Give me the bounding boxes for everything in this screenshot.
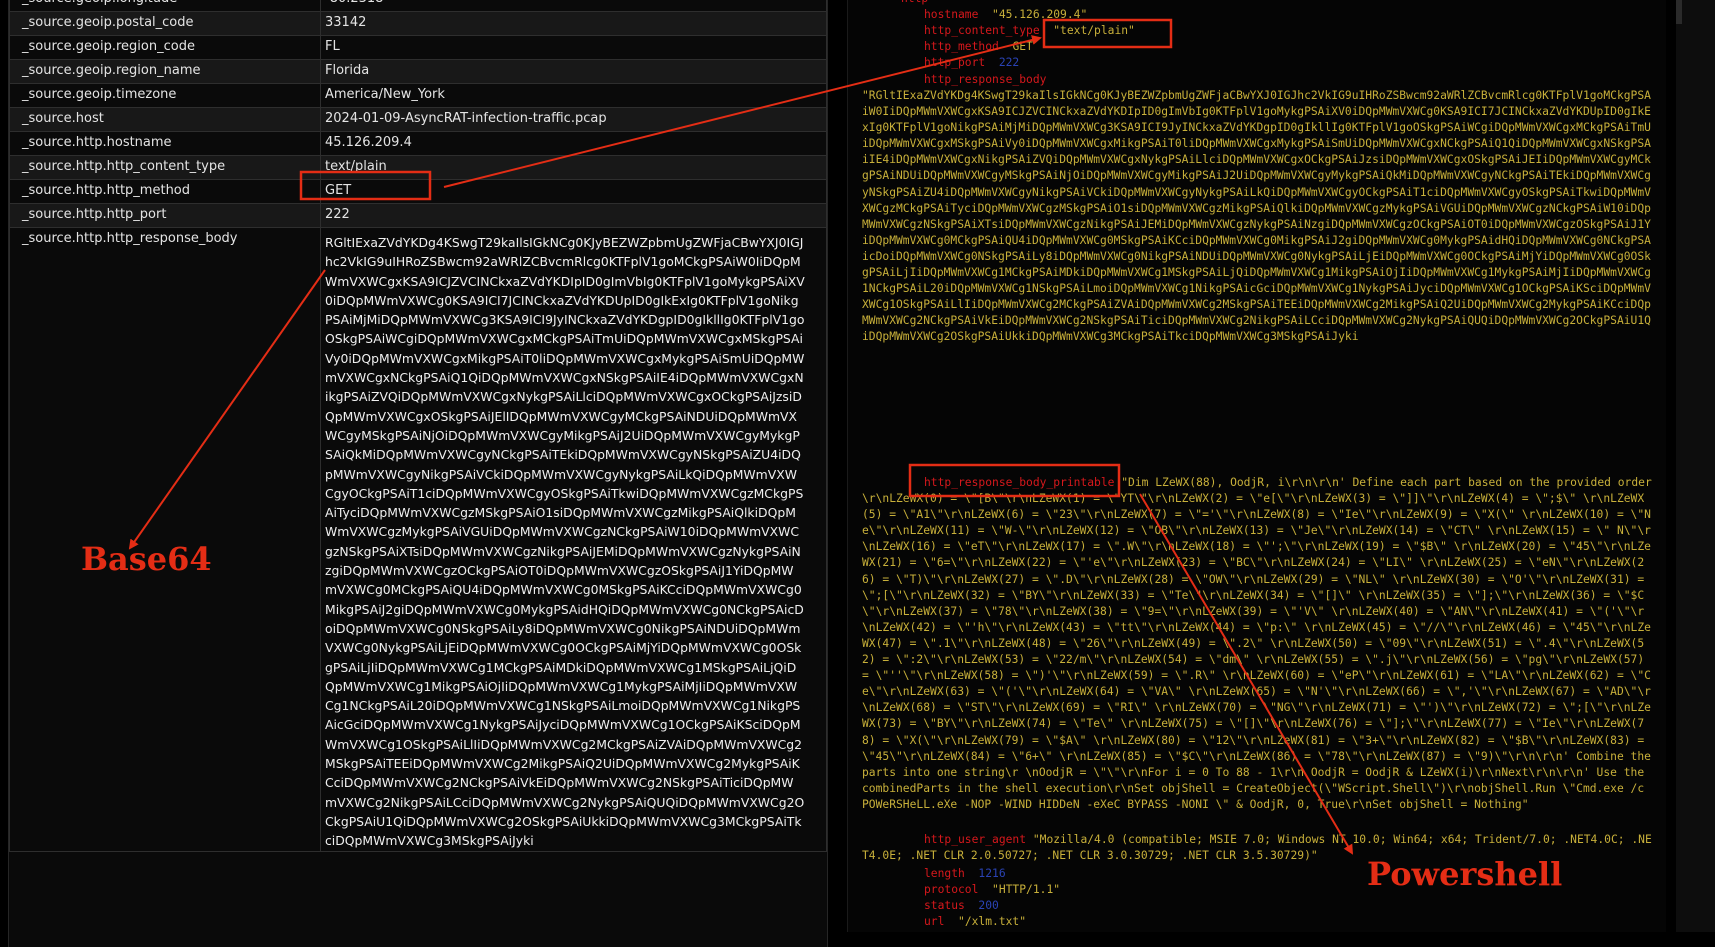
code-content-type-key: http_content_type [924, 24, 1040, 37]
field-key: _source.geoip.postal_code [9, 11, 321, 36]
field-key: _source.geoip.region_name [9, 59, 321, 84]
table-row[interactable]: _source.geoip.timezone America/New_York [9, 83, 827, 108]
code-port-line: http_port 222 [924, 55, 1019, 71]
field-value: text/plain [320, 155, 827, 180]
code-status-line: status 200 [924, 898, 999, 914]
base64-annotation-label: Base64 [81, 540, 212, 578]
table-row[interactable]: _source.http.http_content_type text/plain [9, 155, 827, 180]
code-hostname-value: "45.126.209.4" [992, 8, 1088, 21]
code-length-key: length [924, 867, 965, 880]
code-length-value: 1216 [978, 867, 1006, 880]
code-content-type-value: "text/plain" [1053, 24, 1135, 37]
table-row[interactable]: _source.geoip.region_code FL [9, 35, 827, 60]
code-printable-value: "Dim LZeWX(88), OodjR, i\r\n\r\n' Define… [862, 476, 1652, 811]
field-key: _source.geoip.longitude [9, 0, 321, 12]
field-value-response-body-cell: RGltIExaZVdYKDg4KSwgT29kaIlsIGkNCg0KJyBE… [320, 227, 827, 852]
scrollbar-thumb[interactable] [1676, 0, 1682, 24]
table-row[interactable]: _source.geoip.postal_code 33142 [9, 11, 827, 36]
field-value: 33142 [320, 11, 827, 36]
code-length-line: length 1216 [924, 866, 1006, 882]
code-content-type-line: http_content_type "text/plain" [924, 23, 1135, 39]
code-response-body-value: "RGltIExaZVdYKDg4KSwgT29kaIlsIGkNCg0KJyB… [862, 89, 1651, 344]
table-row[interactable]: _source.host 2024-01-09-AsyncRAT-infectio… [9, 107, 827, 132]
table-row[interactable]: _source.http.http_port 222 [9, 203, 827, 228]
field-value: FL [320, 35, 827, 60]
field-key: _source.http.hostname [9, 131, 321, 156]
code-url-line: url "/xlm.txt" [924, 914, 1026, 930]
field-value: 2024-01-09-AsyncRAT-infection-traffic.pc… [320, 107, 827, 132]
field-key: _source.geoip.region_code [9, 35, 321, 60]
code-hostname-key: hostname [924, 8, 979, 21]
field-key: _source.host [9, 107, 321, 132]
code-hostname-line: hostname "45.126.209.4" [924, 7, 1087, 23]
field-table: _source.geoip.longitude-80.2318_source.g… [9, 0, 827, 852]
response-body-base64: RGltIExaZVdYKDg4KSwgT29kaIlsIGkNCg0KJyBE… [325, 235, 805, 849]
code-status-value: 200 [978, 899, 999, 912]
field-key: _source.http.http_port [9, 203, 321, 228]
field-value: America/New_York [320, 83, 827, 108]
code-url-value: "/xlm.txt" [958, 915, 1027, 928]
table-row[interactable]: _source.geoip.region_name Florida [9, 59, 827, 84]
field-value: 222 [320, 203, 827, 228]
json-code-panel: http hostname "45.126.209.4" http_conten… [847, 0, 1666, 932]
field-table-panel: _source.geoip.longitude-80.2318_source.g… [8, 0, 828, 947]
field-value: Florida [320, 59, 827, 84]
field-key: _source.http.http_method [9, 179, 321, 204]
field-value: 45.126.209.4 [320, 131, 827, 156]
field-key: _source.geoip.timezone [9, 83, 321, 108]
right-scroll-gutter[interactable] [1676, 0, 1715, 932]
code-url-key: url [924, 915, 945, 928]
table-row[interactable]: _source.geoip.longitude-80.2318 [9, 0, 827, 12]
field-value: GET [320, 179, 827, 204]
code-printable-line: http_response_body_printable "Dim LZeWX(… [862, 475, 1652, 832]
code-port-key: http_port [924, 56, 986, 69]
code-method-key: http_method [924, 40, 999, 53]
code-port-value: 222 [998, 56, 1020, 69]
powershell-annotation-label: Powershell [1367, 855, 1563, 893]
code-protocol-value: "HTTP/1.1" [992, 883, 1061, 896]
code-status-key: status [924, 899, 965, 912]
code-response-body-key: http_response_body [924, 73, 1047, 86]
code-method-value: GET [1012, 40, 1033, 53]
code-printable-key: http_response_body_printable [924, 476, 1115, 489]
table-row[interactable]: _source.http.http_method GET [9, 179, 827, 204]
code-protocol-line: protocol "HTTP/1.1" [924, 882, 1060, 898]
table-row[interactable]: _source.http.hostname 45.126.209.4 [9, 131, 827, 156]
code-method-line: http_method GET [924, 39, 1033, 55]
field-key: _source.http.http_content_type [9, 155, 321, 180]
field-value: -80.2318 [320, 0, 827, 12]
code-protocol-key: protocol [924, 883, 979, 896]
code-user-agent-key: http_user_agent [924, 833, 1027, 846]
